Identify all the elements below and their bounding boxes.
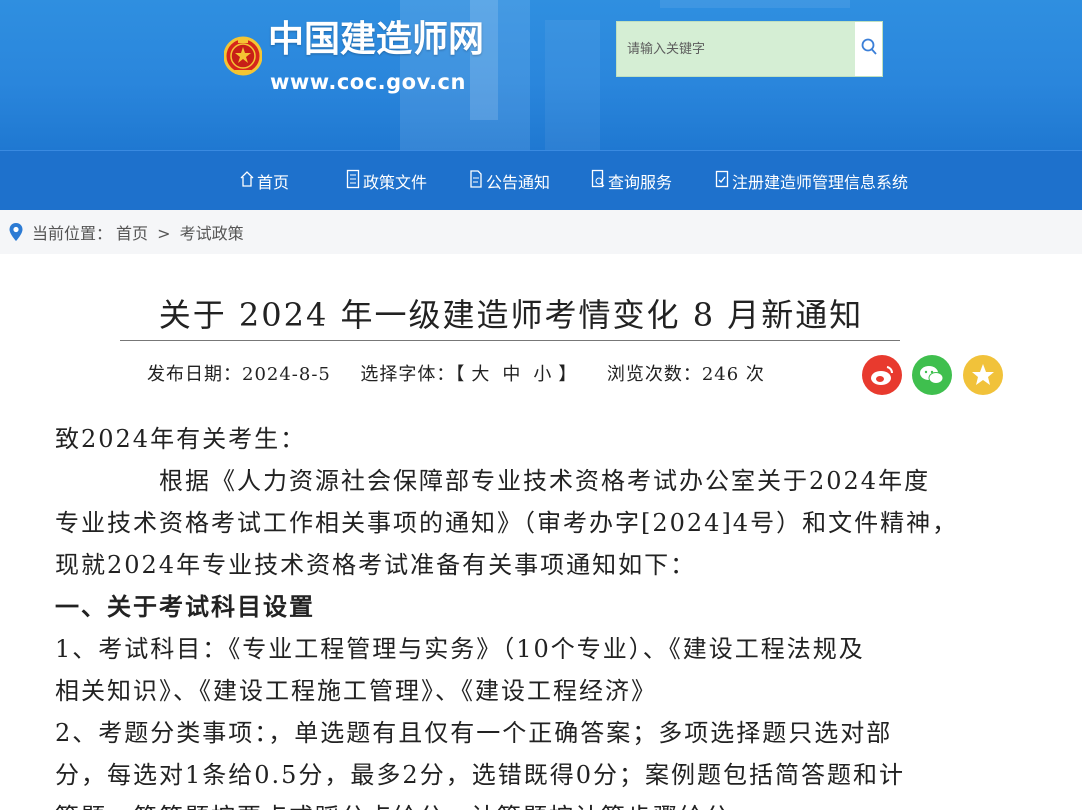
site-name[interactable]: 中国建造师网 (268, 18, 484, 62)
article-meta: 发布日期：2024-8-5 选择字体：【大中小】 浏览次数：246 次 (147, 360, 765, 386)
views-unit: 次 (745, 364, 765, 385)
article-body: 致2024年有关考生： 根据《人力资源社会保障部专业技术资格考试办公室关于202… (55, 418, 1045, 810)
body-line: 1、考试科目：《专业工程管理与实务》（10个专业）、《建设工程法规及 (55, 635, 865, 663)
nav-item-label: 查询服务 (608, 173, 673, 192)
breadcrumb-separator: > (157, 224, 171, 243)
national-emblem-logo[interactable] (223, 14, 263, 98)
body-line: 分，每选对1条给0.5分，最多2分，选错既得0分；案例题包括简答题和计 (55, 761, 905, 789)
nav-item-label: 公告通知 (486, 173, 551, 192)
font-size-large-button[interactable]: 大 (471, 364, 490, 385)
search-input[interactable] (617, 22, 857, 76)
font-size-medium-button[interactable]: 中 (502, 364, 521, 385)
body-line: 专业技术资格考试工作相关事项的通知》（审考办字[2024]4号）和文件精神， (55, 509, 959, 537)
body-line: 致2024年有关考生： (55, 425, 307, 453)
banner-building-decoration (660, 0, 850, 8)
banner-building-decoration (545, 20, 600, 150)
document-icon (346, 169, 363, 193)
font-size-label: 选择字体： (360, 364, 456, 385)
favorite-button[interactable] (963, 355, 1003, 395)
nav-item-query[interactable]: 查询服务 (591, 151, 672, 211)
date-label: 发布日期： (147, 364, 242, 385)
body-line: 现就2024年专业技术资格考试准备有关事项通知如下： (55, 551, 697, 579)
nav-item-home[interactable]: 首页 (240, 151, 289, 211)
body-line: 相关知识》、《建设工程施工管理》、《建设工程经济》 (55, 677, 657, 705)
search-icon (861, 38, 877, 60)
site-url[interactable]: www.coc.gov.cn (270, 68, 466, 96)
article-title: 关于 2024 年一级建造师考情变化 8 月新通知 (158, 296, 864, 334)
home-icon (240, 170, 257, 192)
location-pin-icon (8, 222, 24, 246)
main-nav: 首页 政策文件 公告通知 查询服务 注册建造师管理信息系统 (0, 150, 1082, 210)
breadcrumb: 当前位置： 首页 > 考试政策 (0, 210, 1082, 254)
nav-item-label: 注册建造师管理信息系统 (732, 173, 909, 192)
body-line: 根据《人力资源社会保障部专业技术资格考试办公室关于2024年度 (159, 467, 931, 495)
section-heading: 一、关于考试科目设置 (55, 592, 315, 621)
breadcrumb-home-link[interactable]: 首页 (116, 224, 148, 243)
body-line: 2、考题分类事项：，单选题有且仅有一个正确答案；多项选择题只选对部 (55, 719, 893, 747)
nav-item-label: 政策文件 (363, 173, 428, 192)
breadcrumb-current[interactable]: 考试政策 (180, 224, 244, 243)
share-wechat-button[interactable] (912, 355, 952, 395)
font-size-small-button[interactable]: 小 (533, 364, 552, 385)
bracket-close: 】 (558, 364, 578, 385)
breadcrumb-text: 当前位置： 首页 > 考试政策 (32, 220, 248, 244)
nav-item-notice[interactable]: 公告通知 (469, 151, 550, 211)
share-weibo-button[interactable] (862, 355, 902, 395)
query-icon (591, 169, 608, 193)
search-box (616, 21, 883, 77)
body-line: 算题，简答题按要点或踩分点给分，计算题按计算步骤给分 (55, 796, 1045, 810)
search-button[interactable] (855, 22, 882, 76)
nav-item-registration-system[interactable]: 注册建造师管理信息系统 (715, 151, 908, 211)
header-banner: 中国建造师网 www.coc.gov.cn (0, 0, 1082, 150)
views-label: 浏览次数： (606, 364, 702, 385)
notice-icon (469, 169, 486, 193)
breadcrumb-prefix: 当前位置： (32, 224, 113, 243)
title-divider (120, 340, 900, 341)
view-count: 246 (701, 364, 740, 385)
system-icon (715, 169, 732, 193)
nav-item-policy[interactable]: 政策文件 (346, 151, 427, 211)
bracket-open: 【 (455, 364, 466, 385)
publish-date: 2024-8-5 (242, 364, 331, 385)
nav-item-label: 首页 (257, 173, 290, 192)
